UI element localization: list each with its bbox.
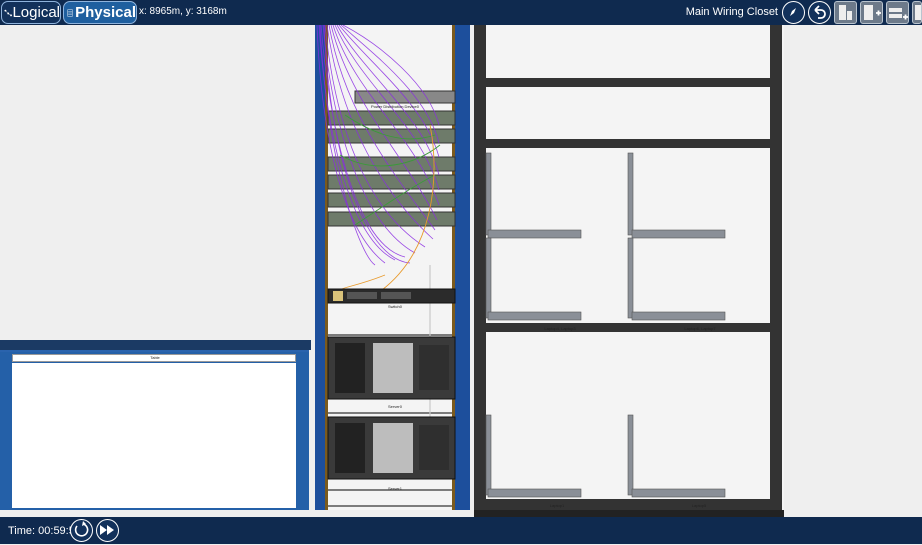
fast-forward-button[interactable] xyxy=(96,519,119,542)
power-cycle-button[interactable] xyxy=(70,519,93,542)
rack-view-icon xyxy=(915,5,921,20)
move-object-icon xyxy=(839,5,852,20)
back-button[interactable] xyxy=(808,1,831,24)
power-cycle-icon xyxy=(74,521,89,537)
logical-view-icon xyxy=(4,9,12,16)
table-label: Table xyxy=(150,355,160,360)
location-name: Main Wiring Closet xyxy=(685,6,778,18)
shelf-label-1: Laptop6, Laptop7 xyxy=(684,326,716,331)
physical-view-icon xyxy=(67,8,73,17)
shelf-label-2: Laptop1 xyxy=(549,503,565,508)
shelf-label-3: Laptop5 xyxy=(691,503,707,508)
rack-view-button[interactable] xyxy=(912,1,922,24)
new-shelf-icon xyxy=(889,8,908,20)
new-shelf-button[interactable] xyxy=(886,1,909,24)
rack-device-label-server1: Server1 xyxy=(387,486,402,491)
navigation-button[interactable] xyxy=(782,1,805,24)
rack-device-label-server0: Server0 xyxy=(387,404,402,409)
laptop-shelf[interactable] xyxy=(474,25,784,517)
logical-view-label: Logical xyxy=(12,4,60,21)
physical-view-button[interactable]: Physical xyxy=(63,1,137,24)
table-top xyxy=(0,340,311,350)
move-object-button[interactable] xyxy=(834,1,857,24)
rack-device-label-switch: Switch0 xyxy=(387,304,402,309)
bottom-status-bar xyxy=(0,517,922,544)
logical-view-button[interactable]: Logical xyxy=(1,1,61,24)
undo-arrow-icon xyxy=(814,5,826,19)
new-rack-button[interactable] xyxy=(860,1,883,24)
fast-forward-icon xyxy=(100,525,114,535)
shelf-label-0: Laptop4, Laptop3 xyxy=(544,326,576,331)
new-rack-icon xyxy=(864,5,881,20)
cursor-coordinates: x: 8965m, y: 3168m xyxy=(139,6,227,17)
rack[interactable] xyxy=(315,25,470,510)
rack-device-label-pdu: Power Distribution Device0 xyxy=(370,104,420,109)
compass-icon xyxy=(790,8,796,16)
physical-view-label: Physical xyxy=(75,4,136,21)
